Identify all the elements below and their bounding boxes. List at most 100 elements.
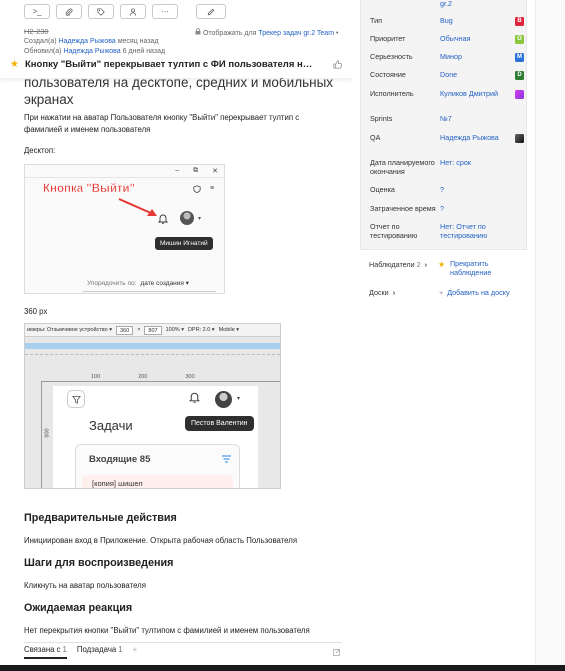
star-icon[interactable]: ★ [10, 59, 19, 70]
size-label: 360 px [24, 307, 48, 316]
pencil-icon [207, 8, 215, 15]
field-value[interactable]: Нет: Отчет по тестированию [440, 222, 510, 240]
add-link-button[interactable]: + [133, 645, 138, 659]
field-label: Приоритет [370, 34, 406, 43]
issue-main-column: пользователя на десктопе, средних и моби… [0, 0, 352, 665]
tab-count: 1 [118, 645, 123, 654]
chevron-down-icon: ▾ [198, 216, 202, 222]
divider [25, 177, 224, 178]
section-heading-expected: Ожидаемая реакция [24, 602, 133, 614]
mobile-viewport: ▾ Задачи Пестов Валентин Входящие 85 [ко… [53, 386, 258, 488]
thumbs-up-icon[interactable] [333, 60, 342, 71]
height-field: 807 [144, 325, 162, 335]
issue-toolbar: >_ ··· [24, 4, 226, 19]
width-field: 360 [116, 325, 134, 335]
created-label: Создал(а) [24, 38, 57, 45]
scrollbar-track[interactable] [535, 0, 565, 665]
inbox-title: Входящие 85 [89, 454, 151, 465]
media-query-bar [25, 343, 280, 349]
field-label: Дата планируемого окончания [370, 158, 435, 176]
field-value[interactable]: ? [440, 204, 510, 214]
field-value[interactable]: ? [440, 185, 510, 195]
tab-subtask[interactable]: Подзадача 1 [77, 645, 123, 659]
command-button[interactable]: >_ [24, 4, 50, 19]
field-value[interactable]: Done [440, 70, 510, 80]
times-sign: × [137, 327, 141, 333]
expand-icon[interactable] [333, 649, 340, 658]
issue-title: пользователя на десктопе, средних и моби… [24, 75, 334, 107]
field-value[interactable]: Обычная [440, 34, 510, 44]
tag-icon [97, 7, 105, 16]
bell-icon [188, 391, 201, 406]
expected-text: Нет перекрытия кнопки "Выйти" тултипом с… [24, 626, 310, 635]
field-value[interactable]: Надежда Рыжова [440, 133, 510, 143]
tab-label: Подзадача [76, 645, 117, 654]
created-time: месяц назад [117, 38, 159, 45]
type-badge: B [515, 17, 524, 26]
watchers-count: 2 [416, 260, 421, 269]
boards-toggle[interactable]: Доски › [369, 288, 395, 297]
visibility-link[interactable]: Трекер задач gr.2 Team [258, 30, 334, 37]
field-label: Состояние [370, 70, 406, 79]
tag-button[interactable] [88, 4, 114, 19]
field-value[interactable]: Минор [440, 52, 510, 62]
inbox-card: Входящие 85 [копия] шишел [75, 444, 240, 488]
filter-icon [67, 390, 85, 408]
field-value[interactable]: №7 [440, 114, 510, 124]
menu-icon: ≡ [210, 185, 215, 192]
user-tooltip: Мишин Игнатий [155, 237, 213, 250]
annotation-arrow-icon [118, 198, 157, 216]
state-badge: D [515, 71, 524, 80]
stop-watching-link[interactable]: Прекратить наблюдение [439, 259, 529, 277]
taskbar-strip [0, 665, 565, 671]
shield-icon [193, 185, 201, 195]
divider [83, 291, 216, 292]
assign-button[interactable] [120, 4, 146, 19]
chevron-right-icon: › [424, 260, 428, 269]
avatar [215, 391, 232, 408]
desktop-label: Десктоп: [24, 146, 56, 155]
tab-label: Связана с [24, 645, 61, 654]
creator-link[interactable]: Надежда Рыжова [59, 38, 116, 45]
more-button[interactable]: ··· [152, 4, 178, 19]
preconditions-text: Инициирован вход в Приложение. Открыта р… [24, 536, 298, 545]
filter-lines-icon [222, 455, 231, 465]
chevron-down-icon: ▾ [237, 396, 241, 402]
issue-key[interactable]: H2-230 [24, 27, 49, 36]
ruler-labels: 100 200 300 [91, 374, 195, 380]
tab-count: 1 [62, 645, 67, 654]
edit-button[interactable] [196, 4, 226, 19]
field-label: Оценка [370, 185, 395, 194]
bell-icon [157, 213, 169, 227]
field-value[interactable]: Bug [440, 16, 510, 26]
field-label: QA [370, 133, 381, 142]
project-value[interactable]: gr.2 [440, 0, 510, 9]
attach-button[interactable] [56, 4, 82, 19]
field-label: Исполнитель [370, 89, 414, 98]
user-tooltip: Пестов Валентин [185, 416, 254, 431]
chevron-right-icon: › [392, 288, 396, 297]
dpr-select: DPR: 2.0 ▾ [187, 327, 215, 333]
sort-control: Упорядочить по: дате создания ▾ [87, 279, 189, 287]
field-value[interactable]: Нет: срок [440, 158, 510, 168]
annotation-label: Кнопка "Выйти" [43, 183, 136, 195]
sticky-header: >_ ··· H2-230 Создал(а) Надежда Рыжова м… [0, 0, 352, 78]
inbox-row: [копия] шишел [82, 475, 233, 488]
add-to-board-link[interactable]: + Добавить на доску [439, 288, 510, 297]
watchers-label: Наблюдатели [369, 260, 415, 269]
priority-badge: O [515, 35, 524, 44]
field-value[interactable]: Куликов Дмитрий [440, 89, 510, 99]
visibility-label: Отображать для [202, 30, 257, 37]
mobile-screenshot[interactable]: имеры: Отзывчивое устройство ▾ 360 × 807… [24, 323, 281, 489]
maximize-icon: ⧉ [193, 167, 199, 174]
qa-avatar [515, 134, 524, 143]
ruler-label: 100 [91, 374, 101, 380]
sticky-issue-title: Кнопку "Выйти" перекрывает тултип с ФИ п… [25, 59, 315, 70]
visibility-info: Отображать для Трекер задач gr.2 Team • [195, 28, 338, 37]
watchers-toggle[interactable]: Наблюдатели 2 › [369, 260, 427, 269]
tab-linked[interactable]: Связана с1 [24, 645, 67, 659]
tasks-heading: Задачи [89, 418, 133, 433]
updater-link[interactable]: Надежда Рыжова [63, 48, 120, 55]
desktop-screenshot[interactable]: – ⧉ ✕ ≡ Кнопка "Выйти" ▾ Мишин Игнатий У… [24, 164, 225, 294]
assignee-avatar [515, 90, 524, 99]
